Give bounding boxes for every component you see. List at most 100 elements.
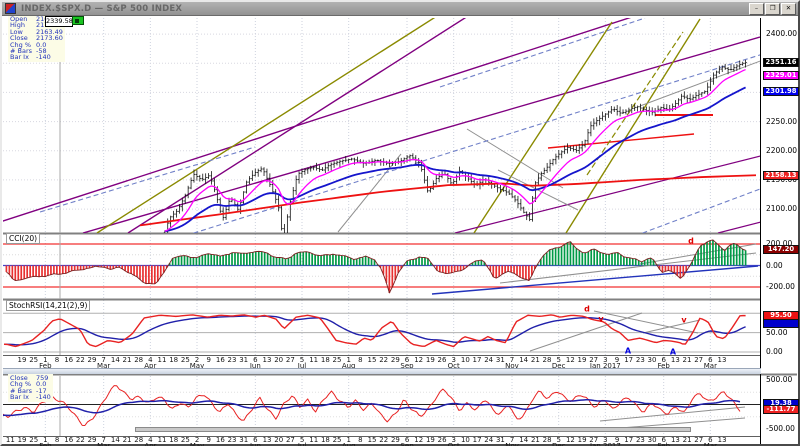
x-axis-day-label: 13 xyxy=(671,357,680,364)
x-axis-day-label: 18 xyxy=(169,437,178,444)
price-badge: 2351.16 xyxy=(763,58,799,67)
x-axis-day-label: 25 xyxy=(181,437,190,444)
lower-data-box: Close759Chg %0.0# Bars-17Bar Ix-140 xyxy=(8,374,53,402)
x-axis-day-label: 11 xyxy=(309,437,318,444)
x-axis-month-label: Feb xyxy=(39,443,51,446)
x-axis-day-label: 12 xyxy=(414,357,423,364)
price-badge: 2329.01 xyxy=(763,71,799,80)
upper-scrollbar[interactable] xyxy=(3,368,761,374)
x-axis-day-label: 25 xyxy=(29,357,38,364)
data-box-row: Bar Ix-140 xyxy=(10,54,63,60)
x-axis-day-label: 16 xyxy=(64,357,73,364)
x-axis-day-label: 17 xyxy=(473,437,482,444)
x-axis-day-label: 18 xyxy=(321,437,330,444)
x-axis-day-label: 25 xyxy=(333,357,342,364)
minimize-button[interactable]: – xyxy=(749,3,764,15)
x-axis-day-label: 21 xyxy=(683,437,692,444)
window-title: INDEX.$SPX.D — S&P 500 INDEX xyxy=(21,4,182,14)
lower-scrollbar-thumb[interactable] xyxy=(135,427,691,432)
x-axis-day-label: 28 xyxy=(134,357,143,364)
x-axis-day-label: 23 xyxy=(228,437,237,444)
period-badge[interactable] xyxy=(72,16,84,25)
x-axis-day-label: 12 xyxy=(414,437,423,444)
x-axis-day-label: 29 xyxy=(88,437,97,444)
x-axis-day-label: 28 xyxy=(543,437,552,444)
x-axis-month-label: Oct xyxy=(448,443,460,446)
x-axis-day-label: 12 xyxy=(566,357,575,364)
annotation-letter: A xyxy=(670,348,676,357)
chart-area: 2339.58 Open2168.83High2177.09Low2163.49… xyxy=(2,2,798,444)
axis-tick-label: -200.00 xyxy=(766,283,795,291)
price-badge: 147.20 xyxy=(763,245,799,254)
x-axis-day-label: 30 xyxy=(648,437,657,444)
x-axis-day-label: 19 xyxy=(426,437,435,444)
period-badge-mark xyxy=(75,19,79,23)
x-axis-day-label: 22 xyxy=(76,437,85,444)
stochrsi-panel-label: StochRSI(14,21(2),9) xyxy=(6,300,90,311)
window-titlebar[interactable]: INDEX.$SPX.D — S&P 500 INDEX – ❐ ✕ xyxy=(2,2,798,16)
x-axis-day-label: 16 xyxy=(216,357,225,364)
x-axis-day-label: 22 xyxy=(379,437,388,444)
axis-tick-label: -500.00 xyxy=(766,425,795,433)
axis-tick-label: 2250.00 xyxy=(766,118,797,126)
x-axis-day-label: 16 xyxy=(64,437,73,444)
x-axis-day-label: 17 xyxy=(473,357,482,364)
x-axis-day-label: 13 xyxy=(718,437,727,444)
axis-tick-label: 500.00 xyxy=(766,376,792,384)
price-badge: -111.77 xyxy=(763,405,799,414)
annotation-letter: d xyxy=(584,305,590,314)
x-axis-day-label: 26 xyxy=(438,357,447,364)
annotation-letter: A xyxy=(625,347,631,356)
x-axis-month-label: Jul xyxy=(298,443,306,446)
x-axis-month-label: Nov xyxy=(505,443,519,446)
x-axis-day-label: 16 xyxy=(216,437,225,444)
x-axis-day-label: 21 xyxy=(531,437,540,444)
x-axis-day-label: 27 xyxy=(694,437,703,444)
x-axis-month-label: Dec xyxy=(552,443,566,446)
x-axis-day-label: 18 xyxy=(169,357,178,364)
x-axis-day-label: 15 xyxy=(368,357,377,364)
axis-tick-label: 50.00 xyxy=(766,329,787,337)
x-axis-day-label: 14 xyxy=(519,357,528,364)
x-axis-day-label: 14 xyxy=(519,437,528,444)
close-button[interactable]: ✕ xyxy=(781,3,796,15)
x-axis-month-label: Aug xyxy=(342,443,356,446)
x-axis-day-label: 31 xyxy=(239,357,248,364)
x-axis-day-label: 8 xyxy=(358,437,362,444)
x-axis-day-label: 30 xyxy=(648,357,657,364)
axis-tick-label: 2400.00 xyxy=(766,30,797,38)
maximize-button[interactable]: ❐ xyxy=(765,3,780,15)
x-axis-day-label: 31 xyxy=(496,357,505,364)
x-axis-day-label: 23 xyxy=(228,357,237,364)
x-axis-day-label: 26 xyxy=(438,437,447,444)
x-axis-month-label: Mar xyxy=(97,443,110,446)
x-axis-day-label: 18 xyxy=(321,357,330,364)
overlay-layer: 2339.58 Open2168.83High2177.09Low2163.49… xyxy=(2,2,798,444)
x-axis-month-label: Jan 2017 xyxy=(590,443,621,446)
x-axis-day-label: 31 xyxy=(496,437,505,444)
x-axis-day-label: 24 xyxy=(484,437,493,444)
x-axis-day-label: 22 xyxy=(76,357,85,364)
axis-tick-label: 2200.00 xyxy=(766,147,797,155)
x-axis-day-label: 9 xyxy=(206,357,210,364)
x-axis-day-label: 19 xyxy=(426,357,435,364)
x-axis-day-label: 20 xyxy=(274,437,283,444)
x-axis-day-label: 21 xyxy=(123,357,132,364)
x-axis-day-label: 13 xyxy=(671,437,680,444)
annotation-letter: d xyxy=(688,237,694,246)
x-axis-day-label: 9 xyxy=(207,437,211,444)
annotation-letter: v xyxy=(681,316,686,325)
x-axis-day-label: 29 xyxy=(88,357,97,364)
x-axis-month-label: May xyxy=(190,443,204,446)
x-axis-day-label: 28 xyxy=(134,437,143,444)
x-axis-day-label: 31 xyxy=(239,437,248,444)
x-axis-day-label: 10 xyxy=(461,437,470,444)
x-axis-day-label: 17 xyxy=(624,437,633,444)
x-axis-month-label: Apr xyxy=(144,443,156,446)
data-box-row: Bar Ix-140 xyxy=(10,394,51,400)
x-axis-day-label: 23 xyxy=(636,437,645,444)
window-buttons: – ❐ ✕ xyxy=(748,3,796,15)
x-axis-day-label: 23 xyxy=(636,357,645,364)
x-axis-day-label: 11 xyxy=(158,437,167,444)
x-axis-day-label: 19 xyxy=(18,437,27,444)
